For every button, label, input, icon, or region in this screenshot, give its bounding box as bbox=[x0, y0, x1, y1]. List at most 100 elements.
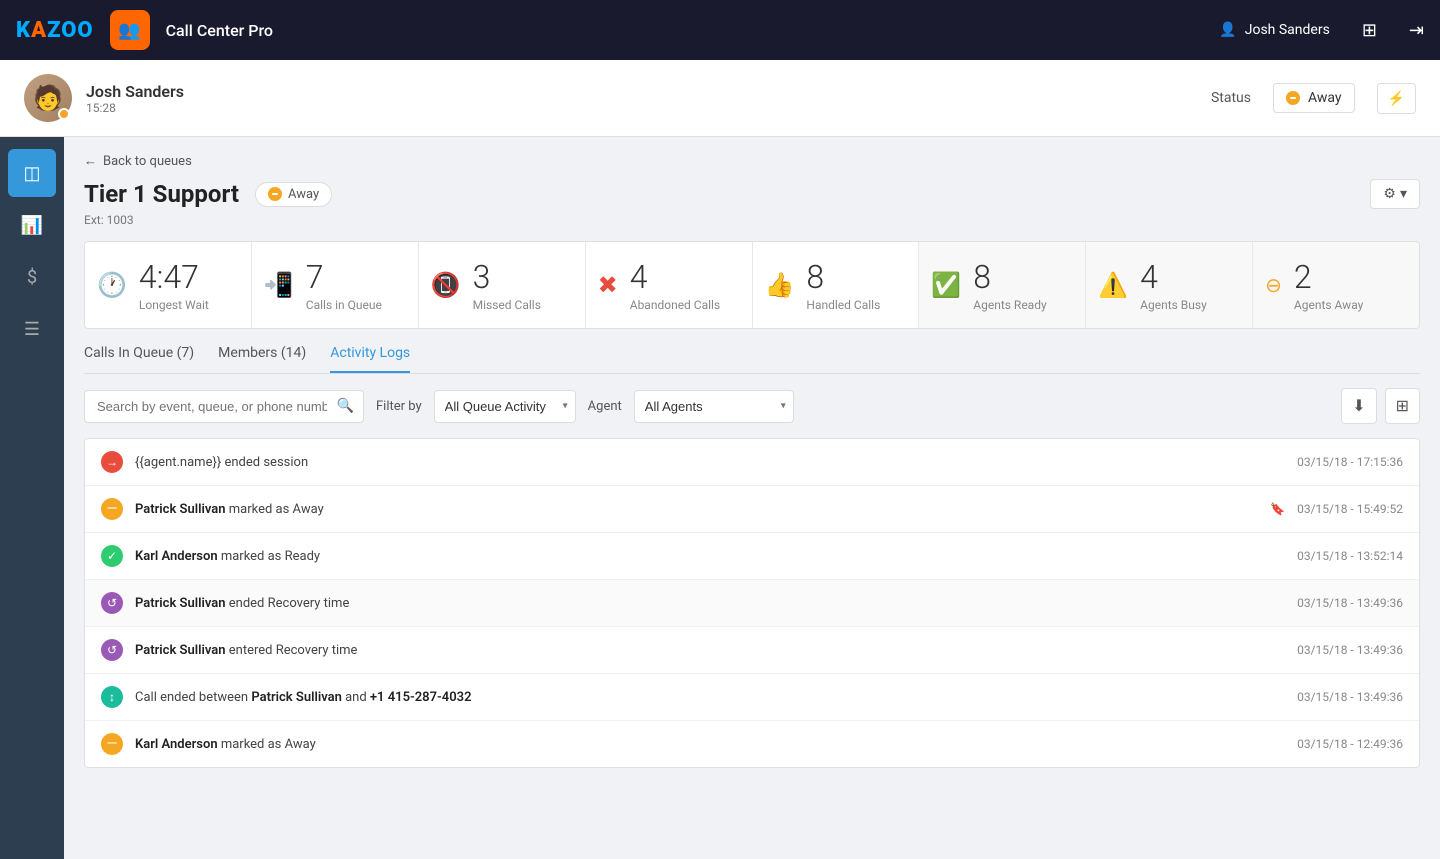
content-inner: ← Back to queues Tier 1 Support Away ⚙ ▾… bbox=[64, 137, 1440, 784]
kazoo-logo: KAZOO bbox=[16, 18, 94, 43]
stat-label-agents-ready: Agents Ready bbox=[973, 298, 1046, 312]
user-time: 15:28 bbox=[86, 101, 184, 115]
search-icon: 🔍 bbox=[337, 398, 354, 414]
agents-ready-icon: ✅ bbox=[931, 271, 961, 299]
sidebar-item-layers[interactable]: ◫ bbox=[8, 149, 56, 197]
log-time-session-end: 03/15/18 - 17:15:36 bbox=[1297, 455, 1403, 469]
user-name: Josh Sanders bbox=[86, 82, 184, 101]
filter-select-wrap: All Queue Activity Missed Calls Agent Ev… bbox=[434, 390, 576, 423]
grid-icon[interactable]: ⊞ bbox=[1362, 20, 1377, 41]
agent-label: Agent bbox=[588, 399, 622, 414]
tab-calls-in-queue[interactable]: Calls In Queue (7) bbox=[84, 345, 194, 373]
agents-away-icon: ⊖ bbox=[1265, 273, 1282, 297]
log-icon-karl-away: — bbox=[101, 733, 123, 755]
grid-view-button[interactable]: ⊞ bbox=[1385, 388, 1420, 424]
log-icon-patrick-away: — bbox=[101, 498, 123, 520]
stat-handled-calls: 👍 8 Handled Calls bbox=[753, 242, 920, 328]
sidebar: ◫ 📊 $ ☰ bbox=[0, 137, 64, 859]
filter-select[interactable]: All Queue Activity Missed Calls Agent Ev… bbox=[434, 390, 576, 423]
log-time-karl-away: 03/15/18 - 12:49:36 bbox=[1297, 737, 1403, 751]
status-value: Away bbox=[1308, 90, 1342, 106]
stat-longest-wait: 🕐 4:47 Longest Wait bbox=[85, 242, 252, 328]
log-text-session-end: {{agent.name}} ended session bbox=[135, 455, 1285, 470]
calls-queue-icon: 📲 bbox=[264, 271, 294, 299]
log-row: ↺ Patrick Sullivan entered Recovery time… bbox=[85, 627, 1419, 674]
log-icon-call-ended: ↕ bbox=[101, 686, 123, 708]
logout-icon[interactable]: ⇥ bbox=[1409, 20, 1424, 41]
back-link[interactable]: ← Back to queues bbox=[84, 153, 1420, 169]
log-table: → {{agent.name}} ended session 03/15/18 … bbox=[84, 438, 1420, 768]
user-header: 🧑 Josh Sanders 15:28 Status Away ⚡ bbox=[0, 60, 1440, 137]
nav-user-name: Josh Sanders bbox=[1245, 22, 1330, 38]
log-row: → {{agent.name}} ended session 03/15/18 … bbox=[85, 439, 1419, 486]
log-row: ✓ Karl Anderson marked as Ready 03/15/18… bbox=[85, 533, 1419, 580]
stat-label-abandoned-calls: Abandoned Calls bbox=[630, 298, 720, 312]
log-text-karl-ready: Karl Anderson marked as Ready bbox=[135, 549, 1285, 564]
stats-grid: 🕐 4:47 Longest Wait 📲 7 Calls in Queue 📵 bbox=[84, 241, 1420, 329]
filter-row: 🔍 Filter by All Queue Activity Missed Ca… bbox=[84, 388, 1420, 424]
away-badge[interactable]: Away bbox=[255, 182, 332, 207]
log-time-recovery-enter: 03/15/18 - 13:49:36 bbox=[1297, 643, 1403, 657]
content-area: ← Back to queues Tier 1 Support Away ⚙ ▾… bbox=[64, 137, 1440, 859]
app-title: Call Center Pro bbox=[166, 21, 273, 40]
avatar-status bbox=[58, 108, 70, 120]
back-link-text: Back to queues bbox=[103, 154, 192, 169]
tabs: Calls In Queue (7) Members (14) Activity… bbox=[84, 345, 1420, 374]
back-arrow-icon: ← bbox=[84, 153, 97, 169]
log-icon-recovery-end: ↺ bbox=[101, 592, 123, 614]
log-text-recovery-end: Patrick Sullivan ended Recovery time bbox=[135, 596, 1285, 611]
log-time-patrick-away: 03/15/18 - 15:49:52 bbox=[1297, 502, 1403, 516]
stat-value-agents-busy: 4 bbox=[1140, 258, 1207, 296]
agent-select[interactable]: All Agents bbox=[634, 390, 794, 423]
handled-calls-icon: 👍 bbox=[765, 271, 795, 299]
queue-header: Tier 1 Support Away ⚙ ▾ bbox=[84, 179, 1420, 209]
sidebar-item-stats[interactable]: 📊 bbox=[8, 201, 56, 249]
stat-label-longest-wait: Longest Wait bbox=[139, 298, 209, 312]
log-text-call-ended: Call ended between Patrick Sullivan and … bbox=[135, 690, 1285, 705]
user-info: Josh Sanders 15:28 bbox=[86, 82, 184, 115]
log-time-recovery-end: 03/15/18 - 13:49:36 bbox=[1297, 596, 1403, 610]
stat-value-calls-queue: 7 bbox=[306, 258, 382, 296]
stat-abandoned-calls: ✖ 4 Abandoned Calls bbox=[586, 242, 753, 328]
stat-calls-queue: 📲 7 Calls in Queue bbox=[252, 242, 419, 328]
sidebar-item-dollar[interactable]: $ bbox=[8, 253, 56, 301]
tab-members[interactable]: Members (14) bbox=[218, 345, 306, 373]
download-button[interactable]: ⬇ bbox=[1341, 388, 1376, 424]
settings-arrow-icon: ▾ bbox=[1400, 186, 1407, 202]
queue-status: Away bbox=[288, 187, 319, 202]
log-row: — Patrick Sullivan marked as Away 🔖 03/1… bbox=[85, 486, 1419, 533]
status-away-dot bbox=[1286, 91, 1300, 105]
sidebar-item-list[interactable]: ☰ bbox=[8, 305, 56, 353]
stat-missed-calls: 📵 3 Missed Calls bbox=[419, 242, 586, 328]
missed-calls-icon: 📵 bbox=[431, 271, 461, 299]
bookmark-icon[interactable]: 🔖 bbox=[1270, 502, 1285, 516]
stat-value-agents-ready: 8 bbox=[973, 258, 1046, 296]
status-selector[interactable]: Away bbox=[1273, 83, 1355, 113]
app-icon[interactable]: 👥 bbox=[110, 10, 150, 50]
stat-agents-ready: ✅ 8 Agents Ready bbox=[919, 242, 1086, 328]
flash-button[interactable]: ⚡ bbox=[1377, 83, 1416, 114]
agents-busy-icon: ⚠️ bbox=[1098, 271, 1128, 299]
nav-user-icon: 👤 bbox=[1219, 22, 1236, 38]
stat-value-handled-calls: 8 bbox=[806, 258, 880, 296]
search-input[interactable] bbox=[84, 390, 364, 423]
top-nav: KAZOO 👥 Call Center Pro 👤 Josh Sanders ⊞… bbox=[0, 0, 1440, 60]
stat-label-agents-busy: Agents Busy bbox=[1140, 298, 1207, 312]
stat-label-handled-calls: Handled Calls bbox=[806, 298, 880, 312]
filter-by-label: Filter by bbox=[376, 399, 422, 414]
tab-activity-logs[interactable]: Activity Logs bbox=[330, 345, 410, 373]
agent-select-wrap: All Agents ▾ bbox=[634, 390, 794, 423]
ext-text: Ext: 1003 bbox=[84, 213, 1420, 227]
stat-value-agents-away: 2 bbox=[1294, 258, 1363, 296]
avatar-wrap: 🧑 bbox=[24, 74, 72, 122]
log-time-karl-ready: 03/15/18 - 13:52:14 bbox=[1297, 549, 1403, 563]
stat-agents-away: ⊖ 2 Agents Away bbox=[1253, 242, 1419, 328]
nav-user: 👤 Josh Sanders bbox=[1219, 22, 1330, 38]
stat-label-missed-calls: Missed Calls bbox=[473, 298, 541, 312]
settings-button[interactable]: ⚙ ▾ bbox=[1370, 179, 1420, 209]
stat-label-calls-queue: Calls in Queue bbox=[306, 298, 382, 312]
action-icons: ⬇ ⊞ bbox=[1341, 388, 1420, 424]
stat-agents-busy: ⚠️ 4 Agents Busy bbox=[1086, 242, 1253, 328]
gear-icon: ⚙ bbox=[1383, 186, 1396, 202]
log-time-call-ended: 03/15/18 - 13:49:36 bbox=[1297, 690, 1403, 704]
